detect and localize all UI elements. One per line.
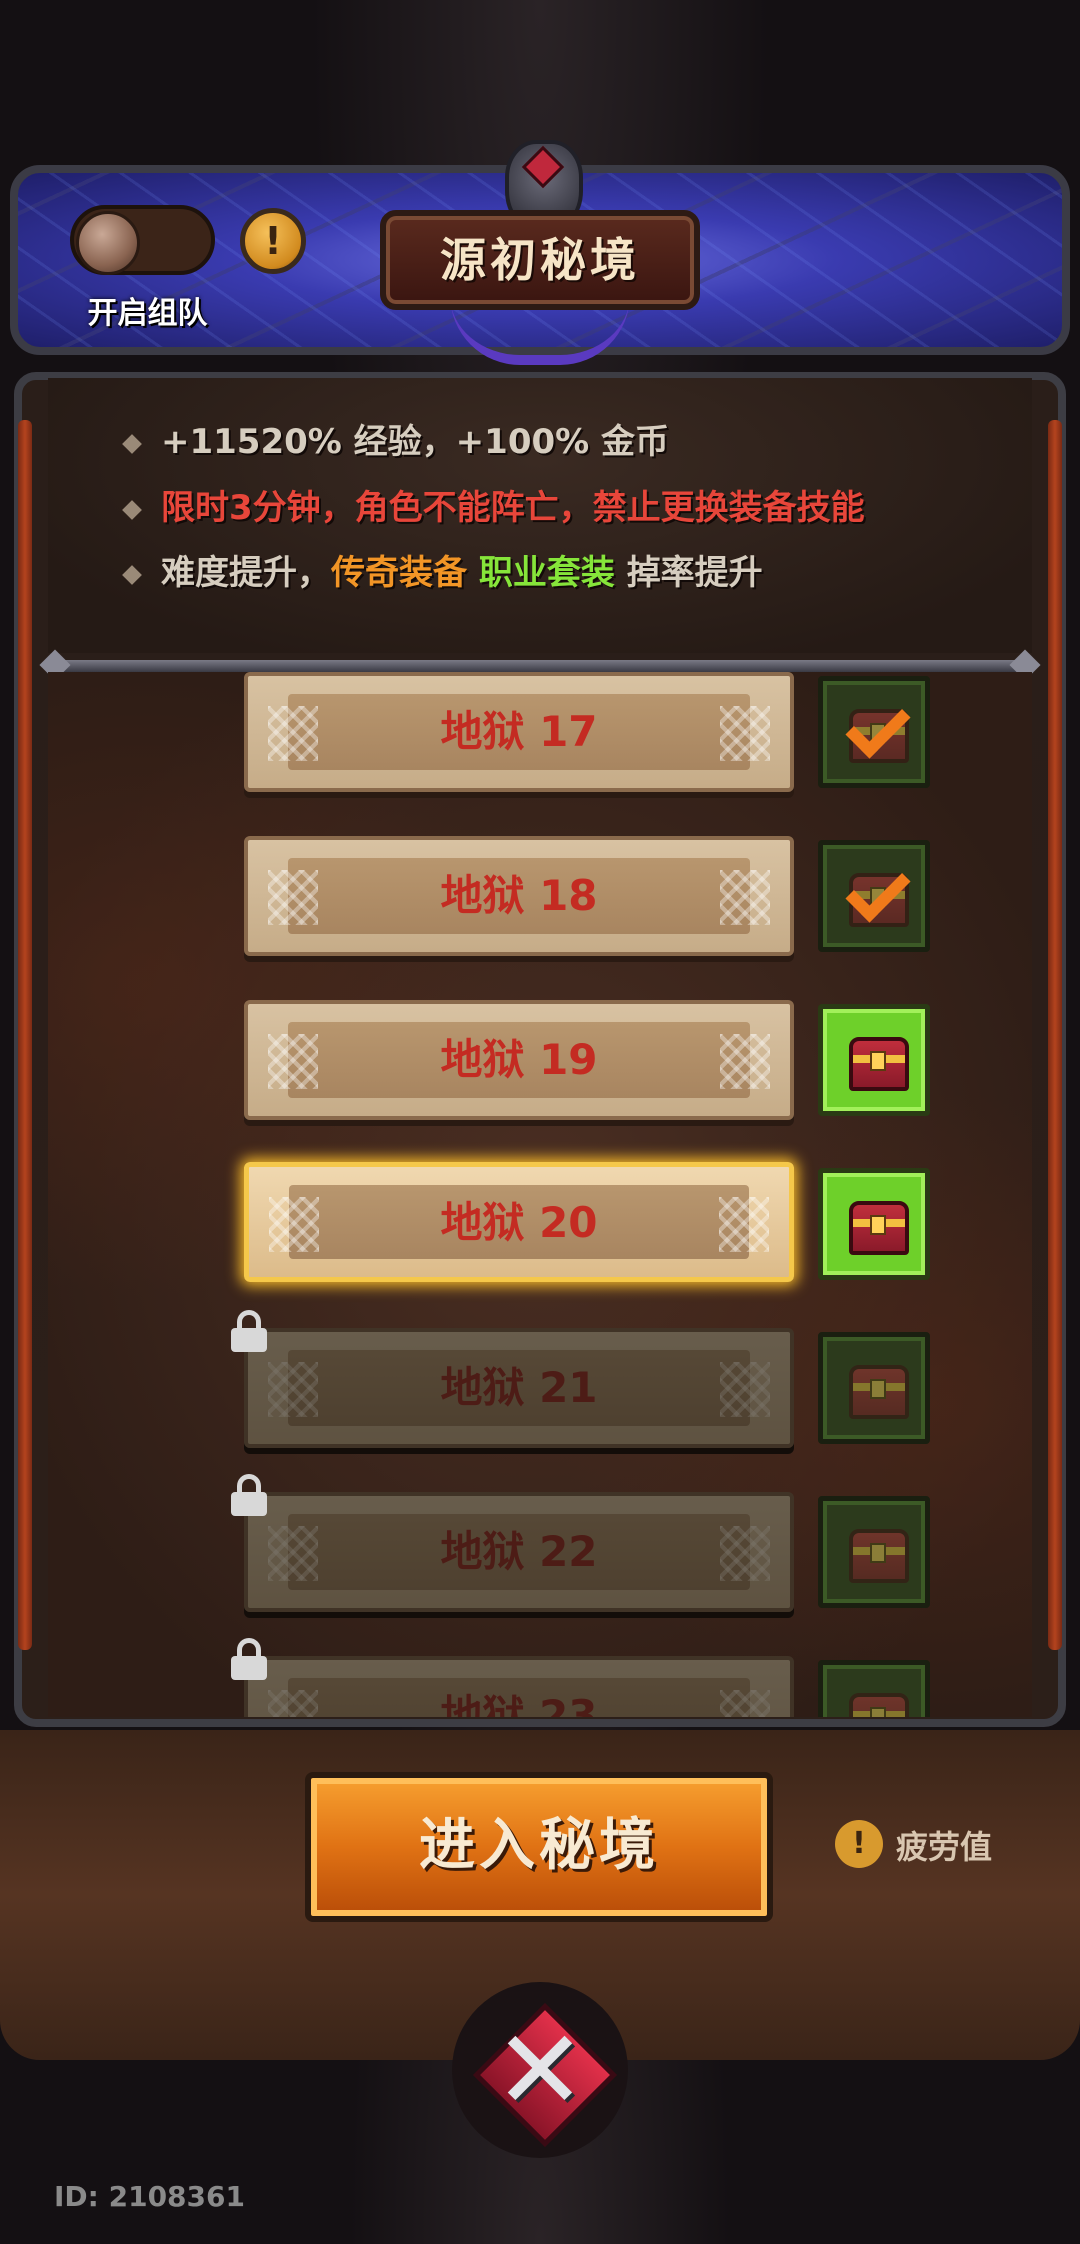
chest-reward-available[interactable] — [818, 1168, 930, 1280]
fatigue-label[interactable]: 疲劳值 — [896, 1822, 992, 1868]
lock-icon — [231, 1474, 267, 1516]
level-label: 地狱 20 — [440, 1198, 598, 1247]
chest-reward-available[interactable] — [818, 1004, 930, 1116]
bullet-icon — [122, 564, 142, 585]
level-item-locked[interactable]: 地狱 23 — [244, 1656, 794, 1717]
level-item[interactable]: 地狱 19 — [244, 1000, 794, 1120]
level-item[interactable]: 地狱 18 — [244, 836, 794, 956]
level-label: 地狱 23 — [440, 1691, 598, 1717]
lock-icon — [231, 1638, 267, 1680]
bullet-icon — [122, 433, 142, 454]
toggle-knob — [76, 211, 140, 275]
chest-reward-claimed[interactable] — [818, 840, 930, 952]
team-toggle[interactable] — [70, 205, 215, 275]
level-label: 地狱 19 — [440, 1035, 598, 1084]
page-title: 源初秘境 — [380, 210, 700, 310]
info-icon[interactable]: ! — [240, 208, 306, 274]
level-label: 地狱 22 — [440, 1527, 598, 1576]
chest-reward-locked[interactable] — [818, 1332, 930, 1444]
chest-icon — [849, 1529, 909, 1583]
level-item-locked[interactable]: 地狱 21 — [244, 1328, 794, 1448]
chest-reward-locked[interactable] — [818, 1496, 930, 1608]
left-side-bar — [18, 420, 32, 1650]
chest-icon — [849, 1365, 909, 1419]
chest-icon — [849, 1693, 909, 1717]
level-label: 地狱 17 — [440, 707, 598, 756]
lock-icon — [231, 1310, 267, 1352]
level-item-selected[interactable]: 地狱 20 — [244, 1162, 794, 1282]
bonus-line-rewards: +11520% 经验，+100% 金币 — [122, 414, 669, 463]
level-item[interactable]: 地狱 17 — [244, 672, 794, 792]
chest-reward-claimed[interactable] — [818, 676, 930, 788]
bonus-line-rules: 限时3分钟，角色不能阵亡，禁止更换装备技能 — [122, 480, 865, 529]
close-icon[interactable]: ✕ — [490, 2010, 590, 2130]
chest-reward-locked[interactable] — [818, 1660, 930, 1717]
fatigue-info-icon[interactable]: ! — [835, 1820, 883, 1868]
level-list[interactable]: 地狱 17 地狱 18 地狱 19 地狱 20 地狱 21 地狱 22 地狱 2… — [48, 672, 1032, 1717]
chest-icon — [849, 1201, 909, 1255]
level-item-locked[interactable]: 地狱 22 — [244, 1492, 794, 1612]
user-id: ID: 2108361 — [54, 2180, 245, 2213]
level-label: 地狱 21 — [440, 1363, 598, 1412]
level-label: 地狱 18 — [440, 871, 598, 920]
enter-realm-button[interactable]: 进入秘境 — [305, 1772, 773, 1922]
divider — [52, 660, 1028, 672]
bonus-line-drops: 难度提升，传奇装备 职业套装 掉率提升 — [122, 545, 763, 594]
bullet-icon — [122, 499, 142, 520]
right-side-bar — [1048, 420, 1062, 1650]
chest-icon — [849, 1037, 909, 1091]
team-toggle-label: 开启组队 — [87, 296, 208, 331]
